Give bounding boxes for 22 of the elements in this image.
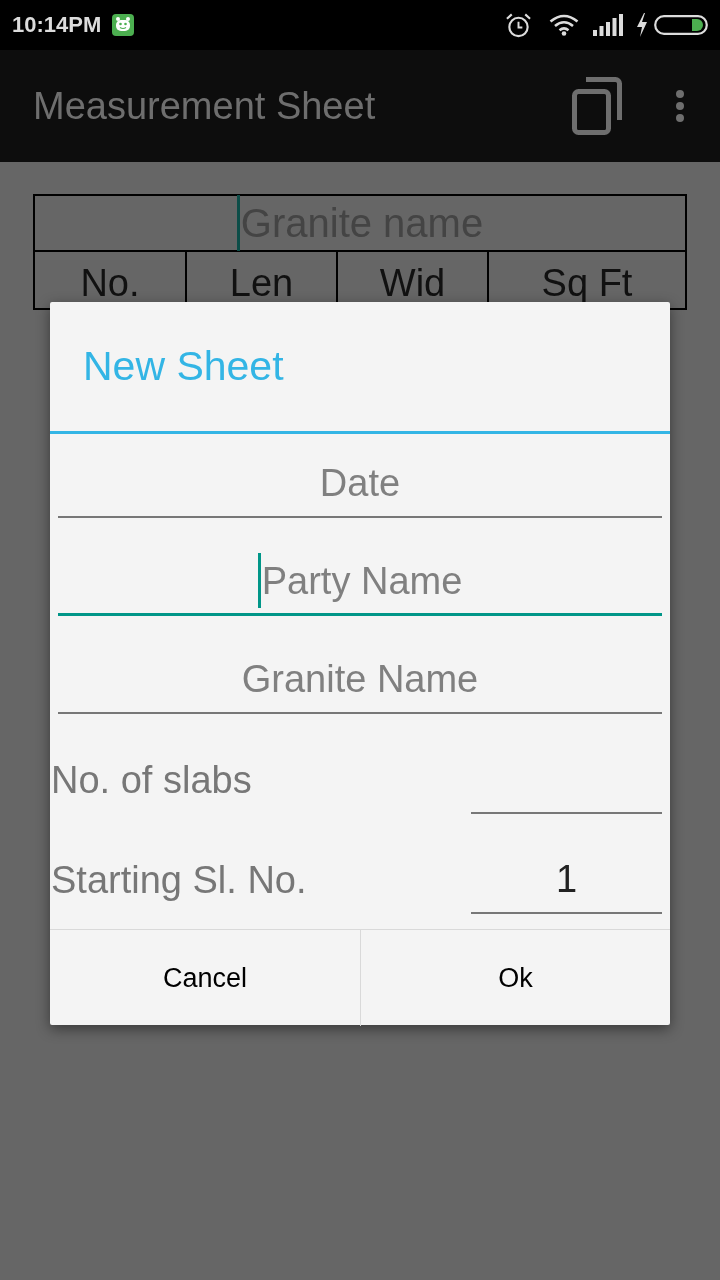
column-header: No.: [79, 261, 141, 306]
app-title: Measurement Sheet: [33, 87, 376, 125]
field-label: No. of slabs: [51, 761, 252, 799]
text-field[interactable]: Party Name: [58, 548, 662, 616]
text-cursor-icon: [236, 195, 240, 251]
dialog-title: New Sheet: [83, 346, 284, 387]
dialog-button[interactable]: Ok: [360, 930, 670, 1026]
copy-icon[interactable]: [572, 77, 622, 135]
alarm-clock-icon: [505, 11, 532, 39]
more-options-icon[interactable]: [676, 90, 684, 122]
signal-bars-icon: [593, 14, 623, 36]
status-time: 10:14PM: [12, 14, 102, 36]
field-label: Starting Sl. No.: [51, 861, 307, 899]
text-cursor-icon: [257, 553, 261, 608]
charging-bolt-icon: [636, 13, 648, 37]
text-field[interactable]: Date: [58, 450, 662, 518]
robot-face-icon: [112, 14, 135, 36]
number-field[interactable]: 1: [471, 846, 662, 914]
battery-icon: [654, 15, 708, 35]
text-field[interactable]: Granite Name: [58, 646, 662, 714]
wifi-icon: [549, 14, 579, 36]
dialog-button[interactable]: Cancel: [50, 930, 360, 1026]
